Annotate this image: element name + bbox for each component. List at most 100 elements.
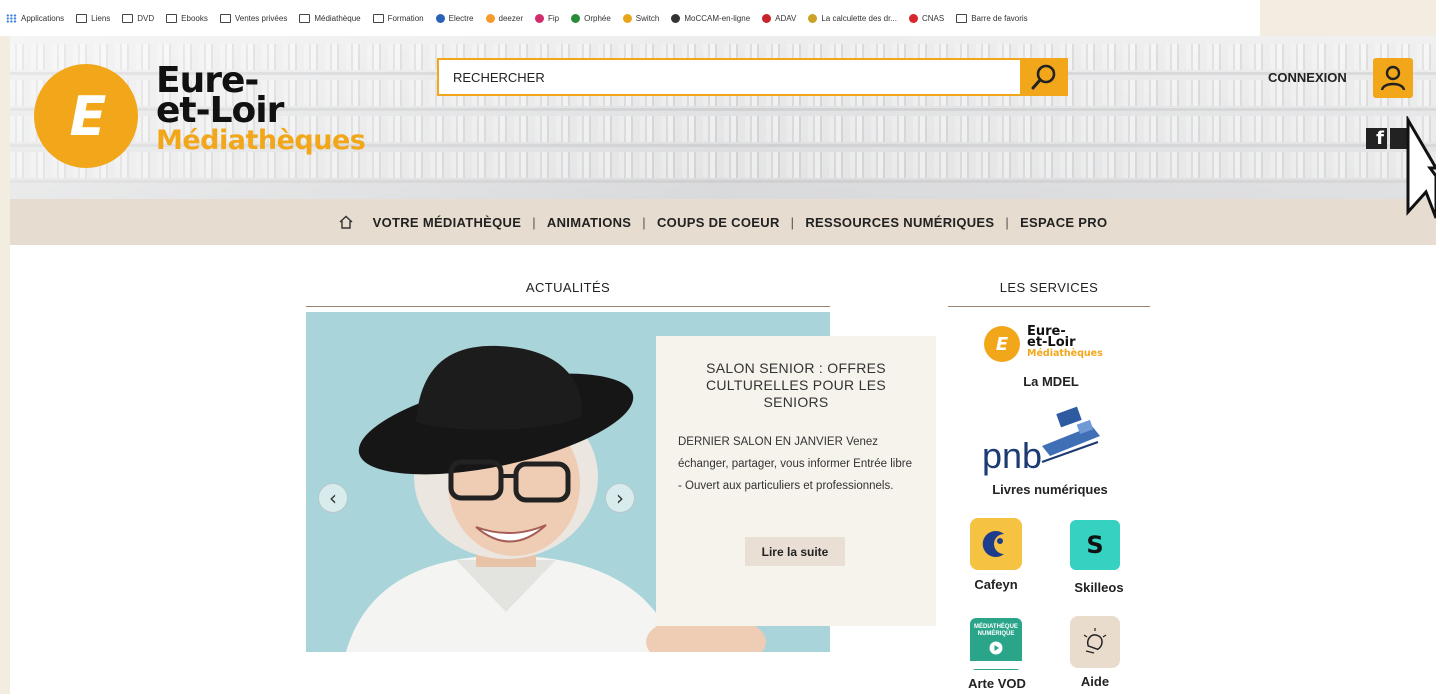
bookmark-6[interactable]: Formation [372,13,424,23]
bookmark-0[interactable]: Applications [6,13,65,23]
nav-animations[interactable]: ANIMATIONS [547,215,631,230]
aide-tile[interactable] [1070,616,1120,668]
bookmarks-bar: Applications Liens DVD Ebooks Ventes privées… [0,0,1260,36]
arte-vod-tile[interactable]: MÉDIATHÈQUE NUMÉRIQUE [970,618,1022,670]
nav-espace-pro[interactable]: ESPACE PRO [1020,215,1107,230]
mdel-logo-line-2: et-Loir [1027,335,1076,350]
logo-letter: E [69,84,107,148]
services-section-title: LES SERVICES [999,280,1099,295]
service-mdel-label[interactable]: La MDEL [996,374,1106,389]
folder-icon [122,13,134,23]
nav-separator: | [532,214,536,230]
deezer-icon [485,13,495,23]
bookmark-15[interactable]: CNAS [908,13,944,23]
bookmark-13[interactable]: ADAV [762,13,797,23]
site-logo-text[interactable]: Eure- et-Loir Médiathèques [156,63,366,156]
lightbulb-icon [1083,628,1107,654]
cafeyn-icon [982,531,1004,557]
bookmark-12[interactable]: MoCCAM-en-ligne [671,13,751,23]
mdel-logo-mark[interactable]: E [984,326,1020,362]
bookmark-label: MoCCAM-en-ligne [684,13,751,23]
nav-separator: | [1005,214,1010,230]
service-pnb-label[interactable]: Livres numériques [968,482,1132,497]
bookmark-10[interactable]: Orphée [571,13,611,23]
bookmark-16[interactable]: Barre de favoris [956,13,1028,23]
folder-icon [372,13,384,23]
bookmark-1[interactable]: Liens [76,13,110,23]
service-arte-label[interactable]: Arte VOD [964,676,1030,691]
read-more-button[interactable]: Lire la suite [745,537,845,566]
service-skilleos-label[interactable]: Skilleos [1066,580,1132,595]
fip-icon [534,13,544,23]
bookmark-14[interactable]: La calculette des dr... [808,13,897,23]
pnb-logo-icon: pnb [982,406,1100,476]
bookmark-4[interactable]: Ventes privées [219,13,288,23]
bookmark-label: ADAV [775,13,797,23]
skilleos-tile[interactable]: S [1070,520,1120,570]
arte-tile-line-1: MÉDIATHÈQUE [974,624,1018,630]
bookmark-5[interactable]: Médiathèque [299,13,361,23]
carousel-next-button[interactable]: › [605,483,635,513]
bookmark-label: Applications [21,13,65,23]
user-icon [1380,65,1406,91]
news-excerpt: DERNIER SALON EN JANVIER Venez échanger,… [678,436,912,492]
pnb-logo-text: pnb [982,435,1042,476]
bookmark-3[interactable]: Ebooks [166,13,208,23]
service-aide-label[interactable]: Aide [1070,674,1120,689]
bookmark-label: Formation [387,13,424,23]
account-button[interactable] [1373,58,1413,98]
skilleos-icon: S [1086,531,1104,559]
bookmark-label: Electre [448,13,474,23]
moccam-icon [671,13,681,23]
orphee-icon [571,13,581,23]
bookmarks-bar-end [1260,0,1436,36]
bookmark-11[interactable]: Switch [622,13,660,23]
switch-icon [622,13,632,23]
chevron-left-icon: ‹ [329,486,337,510]
bookmark-9[interactable]: Fip [534,13,560,23]
bookmark-label: Switch [635,13,660,23]
connexion-link[interactable]: CONNEXION [1268,70,1347,85]
logo-line-2: et-Loir [156,90,284,131]
folder-icon [299,13,311,23]
play-icon [989,641,1003,655]
bookmark-label: Ebooks [181,13,208,23]
search-button[interactable] [1020,58,1068,96]
main-nav: VOTRE MÉDIATHÈQUE | ANIMATIONS | COUPS D… [10,199,1436,245]
nav-separator: | [642,214,646,230]
mouse-cursor-icon [1406,116,1436,219]
folder-icon [76,13,88,23]
chevron-right-icon: › [616,486,624,510]
bookmark-label: Orphée [584,13,611,23]
bookmark-label: Fip [547,13,560,23]
pnb-logo[interactable]: pnb [980,406,1110,476]
bookmark-7[interactable]: Electre [435,13,474,23]
bookmark-label: Ventes privées [234,13,288,23]
calculette-icon [808,13,818,23]
search-input[interactable]: RECHERCHER [437,58,1022,96]
services-title-rule [948,306,1150,307]
news-title[interactable]: SALON SENIOR : OFFRES CULTURELLES POUR L… [676,360,916,411]
arte-tile-line-2: NUMÉRIQUE [977,631,1015,637]
facebook-icon[interactable]: f [1366,128,1387,149]
nav-ressources-numeriques[interactable]: RESSOURCES NUMÉRIQUES [805,215,994,230]
news-section-title: ACTUALITÉS [525,280,611,295]
bookmark-label: Barre de favoris [971,13,1028,23]
cnas-icon [908,13,918,23]
home-link[interactable] [339,215,353,229]
site-logo-mark[interactable]: E [34,64,138,168]
service-cafeyn-label[interactable]: Cafeyn [966,577,1026,592]
bookmark-label: La calculette des dr... [821,13,897,23]
nav-votre-mediatheque[interactable]: VOTRE MÉDIATHÈQUE [373,215,522,230]
mdel-logo-text[interactable]: Eure- et-Loir Médiathèques [1027,325,1103,359]
nav-coups-de-coeur[interactable]: COUPS DE COEUR [657,215,780,230]
home-icon [339,215,353,229]
bookmark-2[interactable]: DVD [122,13,155,23]
carousel-prev-button[interactable]: ‹ [318,483,348,513]
folder-icon [956,13,968,23]
bookmark-label: Médiathèque [314,13,361,23]
folder-icon [219,13,231,23]
bookmark-8[interactable]: deezer [485,13,523,23]
bookmark-label: DVD [137,13,155,23]
cafeyn-tile[interactable] [970,518,1022,570]
